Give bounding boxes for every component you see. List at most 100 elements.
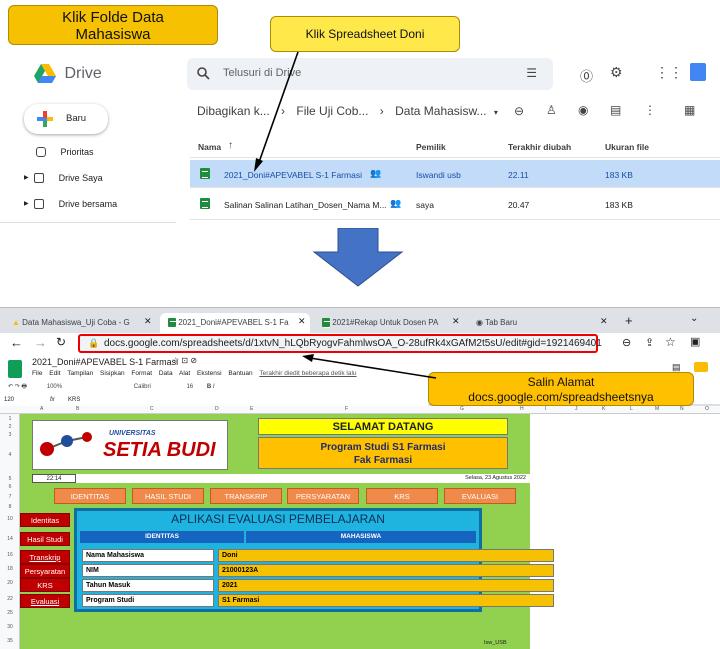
- col-header[interactable]: J: [575, 406, 578, 412]
- col-header[interactable]: D: [215, 406, 219, 412]
- row-number[interactable]: 30: [0, 624, 20, 630]
- preview-eye-icon[interactable]: ◉: [578, 103, 588, 117]
- address-bar[interactable]: 🔒 docs.google.com/spreadsheets/d/1xtvN_h…: [78, 334, 602, 353]
- print-icon[interactable]: 🖶: [21, 384, 27, 390]
- row-number[interactable]: 6: [0, 484, 20, 490]
- row-number[interactable]: 1: [0, 416, 20, 422]
- side-button-evaluasi[interactable]: Evaluasi: [20, 594, 70, 608]
- close-tab-icon[interactable]: ✕: [144, 316, 152, 327]
- nav-button-transkrip[interactable]: TRANSKRIP: [210, 488, 282, 504]
- row-number[interactable]: 3: [0, 432, 20, 438]
- side-button-hasil-studi[interactable]: Hasil Studi: [20, 532, 70, 546]
- col-size[interactable]: Ukuran file: [605, 142, 649, 152]
- side-button-persyaratan[interactable]: Persyaratan: [20, 564, 70, 578]
- forward-icon[interactable]: →: [34, 335, 47, 350]
- col-header[interactable]: G: [460, 406, 464, 412]
- row-number[interactable]: 10: [0, 516, 20, 522]
- browser-tab-active[interactable]: 2021_Doni#APEVABEL S-1 Fa: [160, 313, 310, 333]
- star-icon[interactable]: ☆ ⊡ ⊘: [172, 356, 197, 365]
- col-header[interactable]: O: [705, 406, 709, 412]
- zoom-icon[interactable]: ⊖: [622, 336, 631, 349]
- link-icon[interactable]: ⊖: [514, 104, 524, 118]
- menu-tools[interactable]: Alat: [179, 370, 190, 377]
- row-number[interactable]: 18: [0, 566, 20, 572]
- italic-icon[interactable]: I: [213, 384, 215, 390]
- drive-nav-prioritas[interactable]: Prioritas: [24, 146, 174, 166]
- sidepanel-icon[interactable]: ▣: [690, 335, 700, 348]
- menu-data[interactable]: Data: [159, 370, 173, 377]
- col-header[interactable]: E: [250, 406, 253, 412]
- col-header[interactable]: A: [40, 406, 43, 412]
- col-header[interactable]: K: [602, 406, 605, 412]
- bold-icon[interactable]: B: [207, 384, 211, 390]
- apps-grid-icon[interactable]: ⋮⋮: [655, 64, 683, 81]
- menu-extensions[interactable]: Ekstensi: [197, 370, 222, 377]
- nav-button-hasil-studi[interactable]: HASIL STUDI: [132, 488, 204, 504]
- search-options-icon[interactable]: ☰: [526, 66, 537, 80]
- settings-icon[interactable]: ⚙: [610, 64, 623, 81]
- browser-tab[interactable]: ▲ Data Mahasiswa_Uji Coba - G: [4, 313, 154, 333]
- expand-arrow-icon[interactable]: ▶: [24, 175, 29, 181]
- share-icon[interactable]: ⇪: [645, 336, 654, 349]
- account-avatar[interactable]: [690, 63, 706, 81]
- formula-value[interactable]: KRS: [68, 397, 80, 403]
- col-name[interactable]: Nama: [198, 142, 221, 152]
- nav-button-persyaratan[interactable]: PERSYARATAN: [287, 488, 359, 504]
- side-button-transkrip[interactable]: Transkrip: [20, 550, 70, 564]
- expand-arrow-icon[interactable]: ▶: [24, 201, 29, 207]
- font-select[interactable]: Calibri: [134, 384, 151, 390]
- row-number[interactable]: 16: [0, 552, 20, 558]
- side-button-identitas[interactable]: Identitas: [20, 513, 70, 527]
- row-number[interactable]: 4: [0, 452, 20, 458]
- field-value[interactable]: 21000123A: [218, 564, 554, 577]
- zoom-select[interactable]: 100%: [47, 384, 62, 390]
- drive-logo[interactable]: Drive: [34, 64, 102, 84]
- bookmark-star-icon[interactable]: ☆: [665, 335, 676, 349]
- row-number[interactable]: 25: [0, 610, 20, 616]
- meet-icon[interactable]: [694, 362, 708, 372]
- grid-view-icon[interactable]: ▦: [684, 103, 695, 117]
- close-tab-icon[interactable]: ✕: [298, 316, 306, 327]
- close-tab-icon[interactable]: ✕: [600, 316, 608, 327]
- sheets-logo-icon[interactable]: [8, 360, 22, 378]
- col-header[interactable]: B: [76, 406, 79, 412]
- col-header[interactable]: C: [150, 406, 154, 412]
- help-icon[interactable]: ⓪: [580, 66, 593, 85]
- row-number[interactable]: 8: [0, 504, 20, 510]
- menu-format[interactable]: Format: [131, 370, 152, 377]
- browser-tab[interactable]: 2021#Rekap Untuk Dosen PA: [314, 313, 464, 333]
- font-size-select[interactable]: 16: [186, 384, 193, 390]
- sort-up-arrow-icon[interactable]: ↑: [228, 140, 233, 151]
- trash-icon[interactable]: ▤: [610, 103, 621, 117]
- drive-search-box[interactable]: Telusuri di Drive ☰: [187, 58, 553, 90]
- add-person-icon[interactable]: ♙: [546, 103, 557, 117]
- cell-ref[interactable]: 120: [4, 397, 14, 403]
- col-header[interactable]: M: [655, 406, 659, 412]
- menu-view[interactable]: Tampilan: [67, 370, 93, 377]
- file-row[interactable]: Salinan Salinan Latihan_Dosen_Nama M... …: [190, 190, 720, 220]
- row-number[interactable]: 2: [0, 424, 20, 430]
- back-icon[interactable]: ←: [10, 335, 23, 350]
- nav-button-identitas[interactable]: IDENTITAS: [54, 488, 126, 504]
- row-number[interactable]: 35: [0, 638, 20, 644]
- tab-list-chevron-icon[interactable]: ⌄: [690, 313, 698, 324]
- new-tab-plus-icon[interactable]: +: [625, 313, 633, 328]
- menu-edit[interactable]: Edit: [49, 370, 60, 377]
- menu-help[interactable]: Bantuan: [228, 370, 252, 377]
- reload-icon[interactable]: ↻: [56, 335, 66, 349]
- new-button[interactable]: Baru: [24, 104, 108, 134]
- row-number[interactable]: 5: [0, 476, 20, 482]
- nav-button-krs[interactable]: KRS: [366, 488, 438, 504]
- doc-title[interactable]: 2021_Doni#APEVABEL S-1 Farmasi: [32, 357, 178, 367]
- field-value[interactable]: S1 Farmasi: [218, 594, 554, 607]
- undo-icon[interactable]: ↶: [8, 384, 13, 390]
- menu-file[interactable]: File: [32, 370, 42, 377]
- row-number[interactable]: 7: [0, 494, 20, 500]
- nav-button-evaluasi[interactable]: EVALUASI: [444, 488, 516, 504]
- redo-icon[interactable]: ↷: [15, 384, 20, 390]
- browser-tab[interactable]: ◉ Tab Baru: [468, 313, 588, 333]
- row-number[interactable]: 22: [0, 596, 20, 602]
- field-value[interactable]: 2021: [218, 579, 554, 592]
- field-value[interactable]: Doni: [218, 549, 554, 562]
- more-vert-icon[interactable]: ⋮: [644, 103, 656, 117]
